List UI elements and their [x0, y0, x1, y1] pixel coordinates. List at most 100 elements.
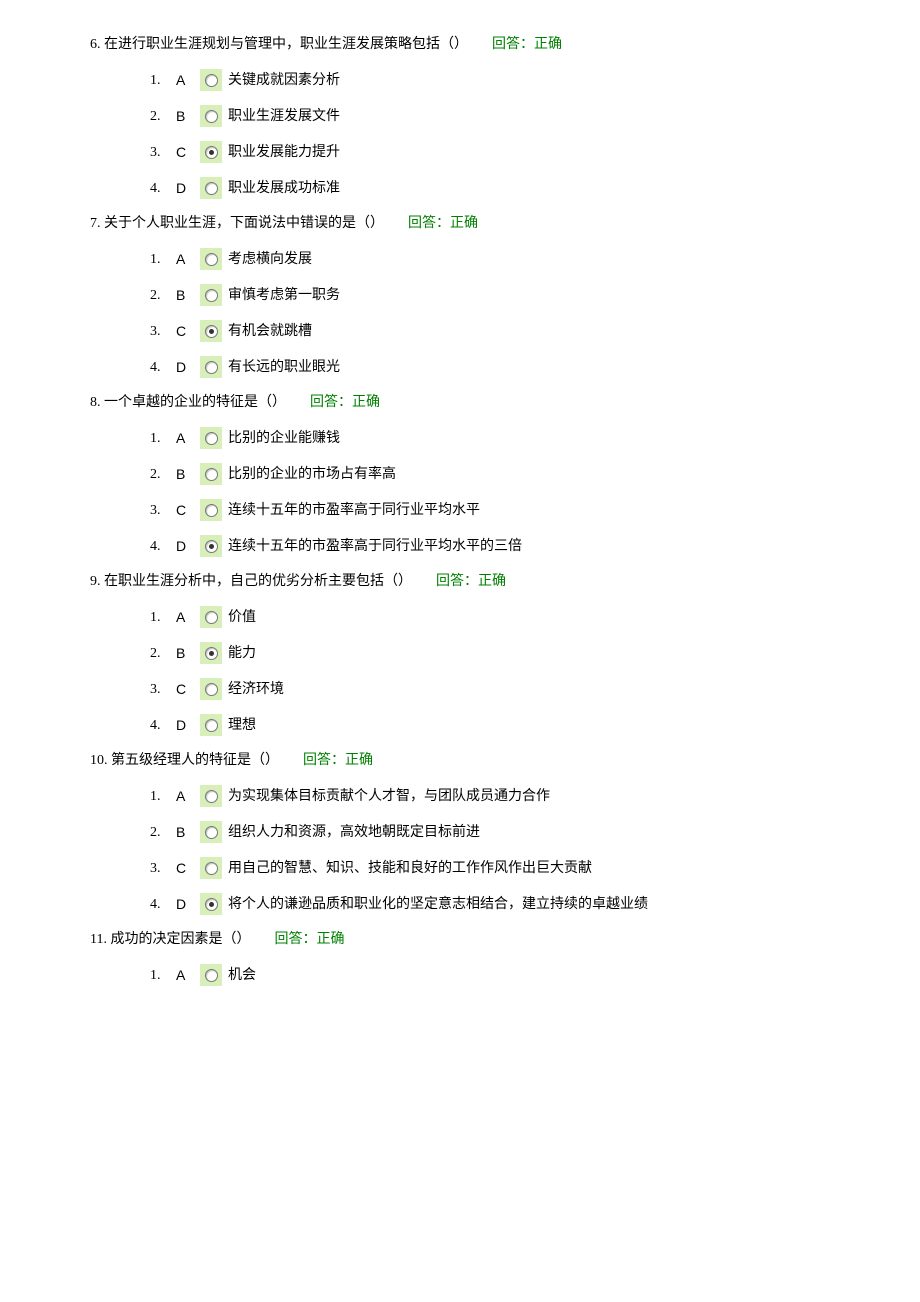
option-number: 1. — [150, 70, 172, 91]
question-number: 6. — [90, 34, 101, 55]
option-text: 职业生涯发展文件 — [228, 106, 340, 127]
radio-button[interactable] — [200, 248, 222, 270]
radio-circle-icon — [205, 74, 218, 87]
option-item: 2.B能力 — [150, 642, 860, 664]
option-number: 1. — [150, 249, 172, 270]
radio-button[interactable] — [200, 427, 222, 449]
radio-button[interactable] — [200, 964, 222, 986]
option-text: 比别的企业的市场占有率高 — [228, 464, 396, 485]
radio-dot-icon — [209, 544, 214, 549]
option-number: 3. — [150, 142, 172, 163]
option-item: 1.A机会 — [150, 964, 860, 986]
option-item: 1.A考虑横向发展 — [150, 248, 860, 270]
feedback-label: 回答： — [408, 216, 450, 231]
question-line: 6. 在进行职业生涯规划与管理中，职业生涯发展策略包括（） 回答：正确 — [90, 34, 860, 55]
radio-button[interactable] — [200, 284, 222, 306]
option-letter: B — [176, 285, 200, 306]
quiz-container: 6. 在进行职业生涯规划与管理中，职业生涯发展策略包括（）回答：正确1.A关键成… — [90, 34, 860, 986]
option-letter: A — [176, 786, 200, 807]
radio-circle-icon — [205, 146, 218, 159]
option-text: 比别的企业能赚钱 — [228, 428, 340, 449]
radio-button[interactable] — [200, 69, 222, 91]
option-text: 用自己的智慧、知识、技能和良好的工作作风作出巨大贡献 — [228, 858, 592, 879]
feedback-label: 回答： — [310, 395, 352, 410]
option-text: 有机会就跳槽 — [228, 321, 312, 342]
option-item: 4.D有长远的职业眼光 — [150, 356, 860, 378]
radio-button[interactable] — [200, 499, 222, 521]
option-letter: C — [176, 858, 200, 879]
radio-circle-icon — [205, 969, 218, 982]
question-line: 8. 一个卓越的企业的特征是（）回答：正确 — [90, 392, 860, 413]
option-letter: A — [176, 249, 200, 270]
radio-circle-icon — [205, 468, 218, 481]
option-number: 2. — [150, 106, 172, 127]
question-line: 7. 关于个人职业生涯，下面说法中错误的是（）回答：正确 — [90, 213, 860, 234]
radio-button[interactable] — [200, 678, 222, 700]
radio-button[interactable] — [200, 714, 222, 736]
option-text: 能力 — [228, 643, 256, 664]
radio-button[interactable] — [200, 463, 222, 485]
radio-circle-icon — [205, 647, 218, 660]
radio-button[interactable] — [200, 141, 222, 163]
radio-button[interactable] — [200, 356, 222, 378]
radio-circle-icon — [205, 898, 218, 911]
radio-circle-icon — [205, 826, 218, 839]
feedback-value: 正确 — [478, 574, 506, 589]
option-letter: A — [176, 428, 200, 449]
option-text: 经济环境 — [228, 679, 284, 700]
option-text: 为实现集体目标贡献个人才智，与团队成员通力合作 — [228, 786, 550, 807]
feedback-value: 正确 — [345, 753, 373, 768]
radio-button[interactable] — [200, 535, 222, 557]
radio-circle-icon — [205, 504, 218, 517]
option-list: 1.A为实现集体目标贡献个人才智，与团队成员通力合作2.B组织人力和资源，高效地… — [150, 785, 860, 915]
radio-circle-icon — [205, 540, 218, 553]
feedback-value: 正确 — [316, 932, 344, 947]
option-item: 4.D将个人的谦逊品质和职业化的坚定意志相结合，建立持续的卓越业绩 — [150, 893, 860, 915]
question-line: 10. 第五级经理人的特征是（）回答：正确 — [90, 750, 860, 771]
option-number: 1. — [150, 786, 172, 807]
question-text: 成功的决定因素是（） — [110, 932, 250, 947]
option-letter: D — [176, 715, 200, 736]
option-number: 2. — [150, 822, 172, 843]
radio-button[interactable] — [200, 821, 222, 843]
radio-button[interactable] — [200, 857, 222, 879]
radio-circle-icon — [205, 361, 218, 374]
feedback-value: 正确 — [534, 37, 562, 52]
option-list: 1.A考虑横向发展2.B审慎考虑第一职务3.C有机会就跳槽4.D有长远的职业眼光 — [150, 248, 860, 378]
feedback: 回答：正确 — [436, 574, 506, 589]
radio-dot-icon — [209, 150, 214, 155]
option-letter: A — [176, 70, 200, 91]
option-letter: C — [176, 321, 200, 342]
question-text: 在进行职业生涯规划与管理中，职业生涯发展策略包括（） — [104, 37, 468, 52]
option-letter: D — [176, 536, 200, 557]
option-letter: A — [176, 607, 200, 628]
option-number: 2. — [150, 464, 172, 485]
option-number: 2. — [150, 285, 172, 306]
radio-circle-icon — [205, 683, 218, 696]
radio-circle-icon — [205, 253, 218, 266]
option-item: 1.A比别的企业能赚钱 — [150, 427, 860, 449]
option-letter: B — [176, 464, 200, 485]
question-number: 7. — [90, 213, 101, 234]
question-line: 11. 成功的决定因素是（）回答：正确 — [90, 929, 860, 950]
option-number: 4. — [150, 894, 172, 915]
radio-button[interactable] — [200, 893, 222, 915]
radio-button[interactable] — [200, 177, 222, 199]
radio-button[interactable] — [200, 320, 222, 342]
radio-button[interactable] — [200, 785, 222, 807]
question-number: 9. — [90, 571, 101, 592]
feedback-label: 回答： — [492, 37, 534, 52]
option-number: 2. — [150, 643, 172, 664]
option-number: 3. — [150, 321, 172, 342]
option-number: 1. — [150, 965, 172, 986]
option-letter: C — [176, 500, 200, 521]
option-list: 1.A比别的企业能赚钱2.B比别的企业的市场占有率高3.C连续十五年的市盈率高于… — [150, 427, 860, 557]
option-text: 有长远的职业眼光 — [228, 357, 340, 378]
radio-button[interactable] — [200, 105, 222, 127]
feedback: 回答：正确 — [303, 753, 373, 768]
radio-button[interactable] — [200, 606, 222, 628]
option-item: 2.B职业生涯发展文件 — [150, 105, 860, 127]
option-text: 将个人的谦逊品质和职业化的坚定意志相结合，建立持续的卓越业绩 — [228, 894, 648, 915]
radio-dot-icon — [209, 651, 214, 656]
radio-button[interactable] — [200, 642, 222, 664]
